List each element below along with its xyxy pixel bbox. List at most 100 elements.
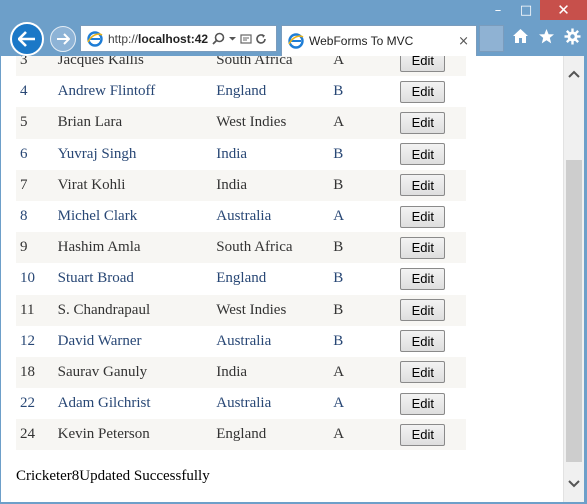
ie-page-icon [87, 30, 103, 47]
edit-button[interactable]: Edit [400, 174, 446, 197]
close-window-button[interactable]: ✕ [540, 0, 587, 20]
chevron-down-icon [568, 480, 580, 488]
row-name: Adam Gilchrist [57, 395, 151, 412]
table-row: 9 Hashim Amla South Africa B Edit [16, 232, 466, 264]
vertical-scrollbar[interactable] [563, 56, 584, 502]
forward-arrow-icon [57, 33, 70, 45]
row-country: West Indies [216, 301, 287, 318]
tab-close-button[interactable]: × [458, 34, 469, 49]
scroll-thumb[interactable] [566, 160, 582, 462]
grid-body: 3 Jacques Kallis South Africa A Edit 4 Andrew … [16, 56, 466, 451]
row-name: Virat Kohli [57, 176, 126, 193]
row-edit-cell: Edit [400, 388, 466, 419]
row-edit-cell: Edit [400, 76, 466, 107]
row-country: Australia [216, 395, 272, 412]
table-row: 24 Kevin Peterson England A Edit [16, 419, 466, 451]
scroll-up-button[interactable] [564, 58, 584, 90]
compatibility-view-icon[interactable] [240, 33, 252, 45]
address-bar[interactable]: http://localhost:429 [80, 25, 277, 52]
row-id: 9 [20, 239, 28, 256]
edit-button[interactable]: Edit [400, 299, 446, 322]
row-grade: B [333, 301, 344, 318]
tab-webforms-to-mvc[interactable]: WebForms To MVC × [281, 25, 477, 56]
table-row: 5 Brian Lara West Indies A Edit [16, 107, 466, 139]
row-edit-cell: Edit [400, 295, 466, 326]
row-name: David Warner [57, 332, 142, 349]
edit-button[interactable]: Edit [400, 330, 446, 353]
row-grade: B [333, 176, 344, 193]
star-icon [538, 28, 554, 43]
table-row: 3 Jacques Kallis South Africa A Edit [16, 56, 466, 77]
window-controls: – □ ✕ [484, 0, 587, 20]
status-message: Cricketer8Updated Successfully [16, 468, 210, 484]
row-edit-cell: Edit [400, 357, 466, 388]
row-grade: A [333, 426, 345, 443]
edit-button[interactable]: Edit [400, 267, 446, 290]
search-icon[interactable] [212, 32, 225, 45]
browser-toolbar [511, 27, 581, 45]
table-row: 10 Stuart Broad England B Edit [16, 263, 466, 295]
row-grade: A [333, 114, 345, 131]
row-country: West Indies [216, 114, 287, 131]
row-name: Andrew Flintoff [57, 83, 156, 100]
row-edit-cell: Edit [400, 170, 466, 201]
row-id: 3 [20, 56, 28, 69]
edit-button[interactable]: Edit [400, 423, 446, 446]
row-edit-cell: Edit [400, 201, 466, 232]
row-name: Yuvraj Singh [57, 145, 137, 162]
row-name: Jacques Kallis [57, 56, 144, 69]
back-button[interactable] [10, 22, 44, 56]
edit-button[interactable]: Edit [400, 80, 446, 103]
row-id: 8 [20, 208, 28, 225]
chevron-up-icon [568, 70, 580, 78]
address-tools [212, 32, 267, 45]
edit-button[interactable]: Edit [400, 361, 446, 384]
scroll-down-button[interactable] [564, 468, 584, 500]
edit-button[interactable]: Edit [400, 392, 446, 415]
row-edit-cell: Edit [400, 56, 466, 76]
row-name: Kevin Peterson [57, 426, 150, 443]
page-content: 3 Jacques Kallis South Africa A Edit 4 Andrew … [1, 56, 563, 502]
row-country: India [216, 145, 248, 162]
row-id: 10 [20, 270, 35, 287]
row-id: 6 [20, 145, 28, 162]
table-row: 6 Yuvraj Singh India B Edit [16, 138, 466, 170]
row-id: 11 [20, 301, 35, 318]
row-grade: A [333, 395, 345, 412]
row-name: S. Chandrapaul [57, 301, 151, 318]
edit-button[interactable]: Edit [400, 56, 446, 72]
row-grade: B [333, 83, 344, 100]
chevron-down-icon[interactable] [228, 34, 237, 43]
minimize-button[interactable]: – [484, 0, 512, 20]
refresh-icon[interactable] [255, 33, 267, 45]
row-country: South Africa [216, 239, 293, 256]
settings-button[interactable] [563, 27, 581, 45]
row-edit-cell: Edit [400, 107, 466, 138]
new-tab-button[interactable] [479, 25, 504, 52]
home-icon [512, 29, 528, 43]
row-id: 4 [20, 83, 28, 100]
forward-button[interactable] [50, 26, 76, 52]
edit-button[interactable]: Edit [400, 205, 446, 228]
row-id: 12 [20, 332, 35, 349]
maximize-button[interactable]: □ [512, 0, 540, 20]
table-row: 18 Saurav Ganuly India A Edit [16, 356, 466, 389]
edit-button[interactable]: Edit [400, 236, 446, 259]
row-country: Australia [216, 332, 272, 349]
row-name: Hashim Amla [57, 239, 141, 256]
home-button[interactable] [511, 27, 529, 45]
edit-button[interactable]: Edit [400, 111, 446, 134]
row-id: 18 [20, 363, 35, 380]
row-grade: B [333, 332, 344, 349]
row-edit-cell: Edit [400, 232, 466, 263]
row-country: England [216, 270, 267, 287]
favorites-button[interactable] [537, 27, 555, 45]
back-arrow-icon [18, 31, 35, 47]
row-edit-cell: Edit [400, 263, 466, 294]
row-id: 5 [20, 114, 28, 131]
tab-title: WebForms To MVC [309, 34, 414, 48]
address-url[interactable]: http://localhost:429 [108, 32, 208, 46]
edit-button[interactable]: Edit [400, 143, 446, 166]
row-country: England [216, 83, 267, 100]
url-prefix: http:// [108, 31, 139, 46]
